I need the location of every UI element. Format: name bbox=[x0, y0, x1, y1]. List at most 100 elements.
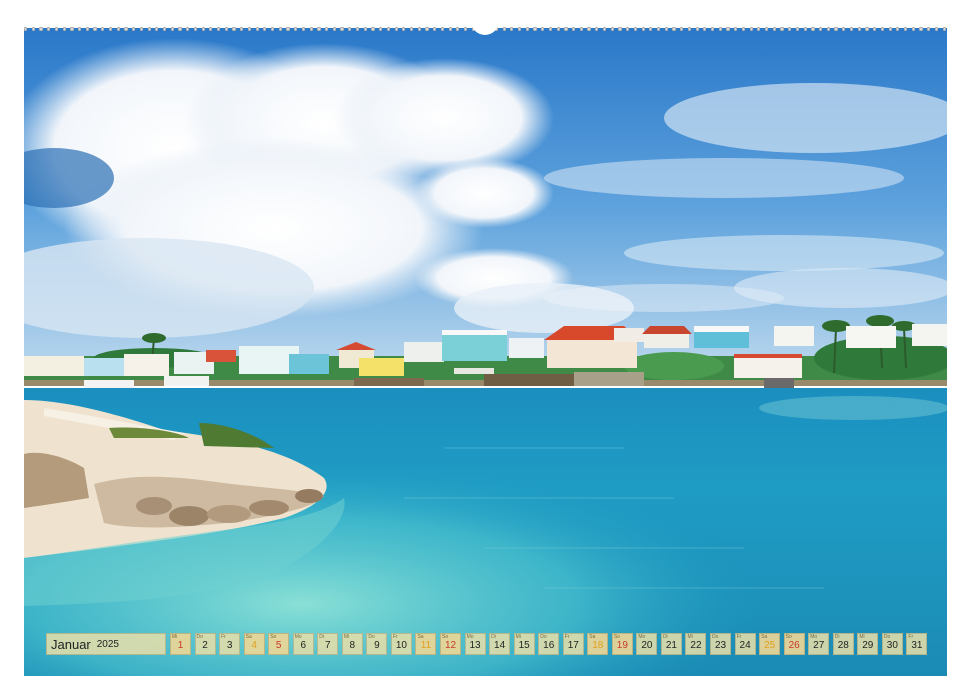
binding-ring bbox=[348, 27, 352, 31]
calendar-day: Mi 22 bbox=[685, 633, 707, 655]
calendar-day: Di 7 bbox=[317, 633, 339, 655]
weekday-abbrev: So bbox=[785, 634, 792, 640]
binding-ring bbox=[124, 27, 128, 31]
binding-ring bbox=[942, 27, 946, 31]
binding-ring bbox=[54, 27, 59, 31]
binding-ring bbox=[31, 27, 35, 31]
binding-ring bbox=[710, 27, 715, 31]
binding-ring bbox=[155, 27, 159, 31]
weekday-abbrev: Fr bbox=[221, 634, 226, 640]
binding-ring bbox=[263, 27, 267, 31]
weekday-abbrev: Mi bbox=[515, 634, 521, 640]
weekday-abbrev: Di bbox=[491, 634, 496, 640]
binding-ring bbox=[741, 27, 746, 31]
binding-ring bbox=[934, 27, 938, 31]
weekday-abbrev: Mi bbox=[859, 634, 865, 640]
day-number: 5 bbox=[275, 640, 282, 651]
binding-ring bbox=[749, 27, 753, 31]
weekday-abbrev: Mi bbox=[687, 634, 693, 640]
day-number: 9 bbox=[374, 640, 380, 651]
binding-ring bbox=[564, 27, 568, 31]
binding-ring bbox=[857, 27, 861, 31]
binding-ring bbox=[209, 27, 213, 31]
day-number: 19 bbox=[616, 640, 628, 651]
binding-ring bbox=[417, 27, 421, 31]
calendar-day: So 5 bbox=[268, 633, 290, 655]
binding-ring bbox=[433, 27, 437, 31]
binding-ring bbox=[919, 27, 923, 31]
weekday-abbrev: So bbox=[442, 634, 449, 640]
binding-ring bbox=[518, 27, 522, 31]
binding-ring bbox=[108, 27, 113, 31]
binding-ring bbox=[687, 27, 691, 31]
harbor-photo bbox=[24, 28, 947, 676]
calendar-day: Di 21 bbox=[660, 633, 682, 655]
binding-ring bbox=[633, 27, 637, 31]
weekday-abbrev: Mo bbox=[294, 634, 302, 640]
day-number: 8 bbox=[349, 640, 356, 651]
binding-ring bbox=[402, 27, 406, 31]
binding-ring bbox=[39, 27, 43, 31]
calendar-day: Do 16 bbox=[538, 633, 560, 655]
weekday-abbrev: Sa bbox=[761, 634, 768, 640]
day-number: 16 bbox=[543, 640, 555, 651]
binding-ring bbox=[409, 27, 414, 31]
binding-ring bbox=[618, 27, 622, 31]
binding-ring bbox=[849, 27, 854, 31]
weekday-abbrev: Fr bbox=[392, 634, 398, 640]
binding-ring bbox=[541, 27, 545, 31]
binding-ring bbox=[355, 27, 360, 31]
binding-ring bbox=[672, 27, 676, 31]
day-number: 10 bbox=[395, 640, 407, 651]
binding-ring bbox=[765, 27, 769, 31]
calendar-day: Fr 17 bbox=[562, 633, 584, 655]
binding-ring bbox=[278, 27, 282, 31]
calendar-day: Do 2 bbox=[194, 633, 216, 655]
day-number: 23 bbox=[714, 640, 727, 651]
binding-ring bbox=[340, 27, 344, 31]
binding-ring bbox=[788, 27, 792, 31]
calendar-day: Sa 25 bbox=[759, 633, 781, 655]
weekday-abbrev: Do bbox=[883, 634, 891, 640]
weekday-abbrev: Fr bbox=[736, 634, 742, 640]
calendar-day: Mi 15 bbox=[513, 633, 535, 655]
weekday-abbrev: Do bbox=[368, 634, 375, 640]
binding-ring bbox=[394, 27, 398, 31]
binding-ring bbox=[772, 27, 776, 31]
day-number: 15 bbox=[518, 640, 530, 651]
binding-ring bbox=[927, 27, 931, 31]
binding-ring bbox=[456, 27, 460, 31]
calendar-day: Fr 3 bbox=[219, 633, 241, 655]
weekday-abbrev: Mi bbox=[343, 634, 350, 640]
binding-ring bbox=[363, 27, 367, 31]
binding-ring bbox=[842, 27, 846, 31]
calendar-day: So 12 bbox=[440, 633, 462, 655]
weekday-abbrev: Sa bbox=[417, 634, 424, 640]
day-number: 30 bbox=[886, 640, 898, 651]
binding-ring bbox=[641, 27, 645, 31]
calendar-day: Mo 6 bbox=[292, 633, 314, 655]
binding-ring bbox=[301, 27, 306, 31]
binding-ring bbox=[224, 27, 228, 31]
day-number: 17 bbox=[567, 640, 579, 651]
binding-ring bbox=[556, 27, 560, 31]
weekday-abbrev: So bbox=[270, 634, 277, 640]
binding-ring bbox=[78, 27, 82, 31]
binding-ring bbox=[811, 27, 815, 31]
binding-ring bbox=[834, 27, 838, 31]
weekday-abbrev: Mo bbox=[638, 634, 646, 640]
day-number: 24 bbox=[739, 640, 751, 651]
day-number: 14 bbox=[494, 640, 506, 651]
day-number: 27 bbox=[813, 640, 825, 651]
binding-ring bbox=[186, 27, 190, 31]
calendar-day: So 19 bbox=[611, 633, 633, 655]
calendar-day: Do 23 bbox=[710, 633, 732, 655]
day-number: 2 bbox=[202, 640, 208, 651]
binding-ring bbox=[240, 27, 244, 31]
calendar-day: Mi 1 bbox=[170, 633, 191, 655]
binding-ring bbox=[502, 27, 506, 31]
binding-ring bbox=[726, 27, 730, 31]
binding-ring bbox=[626, 27, 630, 31]
day-number: 6 bbox=[300, 640, 307, 651]
binding-ring bbox=[911, 27, 915, 31]
